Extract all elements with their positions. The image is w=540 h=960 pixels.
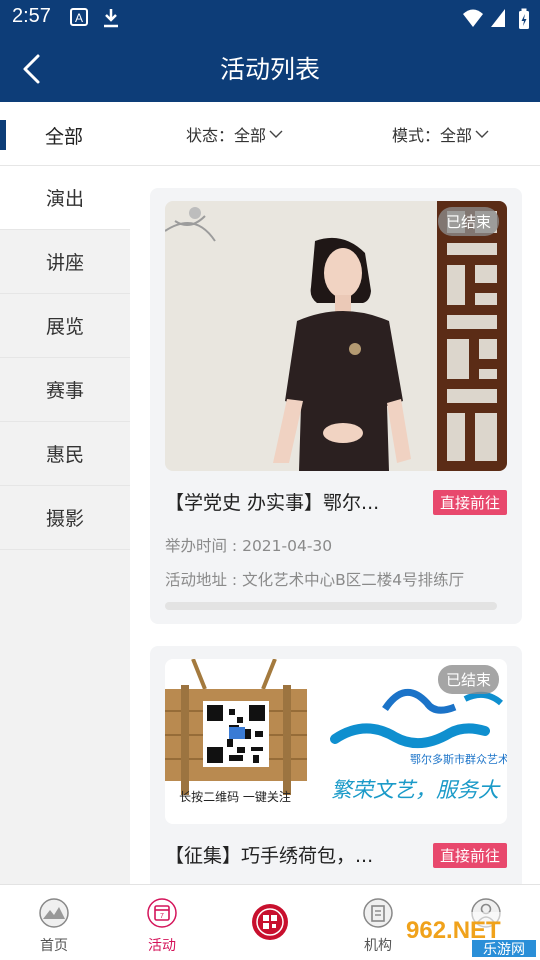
category-all-tab[interactable]: 全部: [45, 122, 83, 149]
status-badge: 已结束: [437, 207, 499, 236]
sidebar-item-exhibition[interactable]: 展览: [0, 294, 130, 358]
activity-title: 【征集】巧手绣荷包，...: [165, 845, 374, 867]
chevron-down-icon: [475, 130, 489, 138]
progress-bar: [165, 602, 497, 610]
svg-text:A: A: [75, 11, 83, 25]
watermark-sub: 乐游网: [483, 942, 525, 958]
activity-card[interactable]: 已结束 【学党史 办实事】鄂尔... 直接前往 举办时间 : 2021-04-3…: [150, 188, 522, 624]
category-sidebar: 演出 讲座 展览 赛事 惠民 摄影: [0, 166, 130, 884]
page-title: 活动列表: [219, 55, 320, 84]
sidebar-item-label: 赛事: [45, 380, 84, 402]
watermark-main: 962.NET: [406, 917, 501, 944]
home-mountain-icon: [39, 898, 69, 928]
tab-label: 活动: [148, 938, 176, 954]
sidebar-item-public-benefit[interactable]: 惠民: [0, 422, 130, 486]
qr-scan-icon: [252, 904, 288, 940]
sidebar-item-photography[interactable]: 摄影: [0, 486, 130, 550]
status-time: 2:57: [12, 5, 51, 27]
download-icon: [104, 9, 118, 28]
sidebar-item-competition[interactable]: 赛事: [0, 358, 130, 422]
poster-slogan: 繁荣文艺，服务大: [331, 778, 501, 802]
sidebar-item-label: 摄影: [45, 508, 84, 530]
poster-org-name: 鄂尔多斯市群众艺术馆: [410, 752, 507, 766]
sidebar-item-label: 讲座: [45, 252, 84, 274]
signal-icon: [491, 9, 505, 27]
qipao-lady-photo: [165, 201, 507, 471]
activity-card[interactable]: 长按二维码 一键关注 鄂尔多斯市群众艺术馆 繁荣文艺，服务大 已结束 【征集】巧…: [150, 646, 522, 884]
sidebar-item-label: 演出: [45, 188, 84, 210]
tab-activity[interactable]: 7 活动: [108, 885, 216, 960]
poster-caption: 长按二维码 一键关注: [179, 789, 291, 804]
mode-filter-dropdown[interactable]: 模式：全部: [392, 122, 489, 146]
mode-filter-label: 模式：全部: [392, 126, 473, 145]
active-indicator: [0, 120, 6, 150]
status-bar: 2:57 A: [0, 0, 540, 36]
go-directly-button[interactable]: 直接前往: [432, 490, 507, 515]
activity-address: 活动地址 : 文化艺术中心B区二楼4号排练厅: [165, 571, 465, 589]
status-filter-dropdown[interactable]: 状态：全部: [186, 122, 283, 146]
svg-text:7: 7: [160, 913, 164, 920]
sidebar-item-performance[interactable]: 演出: [0, 166, 130, 230]
sidebar-item-label: 展览: [45, 316, 84, 338]
activity-image: 已结束: [165, 201, 507, 471]
wifi-icon: [463, 9, 483, 27]
tab-home[interactable]: 首页: [0, 885, 108, 960]
site-watermark-logo: 962.NET 乐游网: [400, 912, 538, 958]
tab-label: 首页: [40, 938, 68, 954]
activity-time: 举办时间 : 2021-04-30: [165, 537, 333, 555]
tab-scan[interactable]: [216, 885, 324, 960]
status-badge: 已结束: [437, 665, 499, 694]
app-bar: 活动列表: [0, 36, 540, 102]
filter-bar: 全部 状态：全部 模式：全部: [0, 102, 540, 166]
activity-image: 长按二维码 一键关注 鄂尔多斯市群众艺术馆 繁荣文艺，服务大 已结束: [165, 659, 507, 824]
battery-icon: [519, 8, 529, 29]
status-filter-label: 状态：全部: [186, 126, 267, 145]
sidebar-item-label: 惠民: [45, 444, 84, 466]
calendar-icon: 7: [147, 898, 177, 928]
building-icon: [363, 898, 393, 928]
chevron-down-icon: [269, 130, 283, 138]
activity-title: 【学党史 办实事】鄂尔...: [165, 492, 380, 514]
go-directly-button[interactable]: 直接前往: [432, 843, 507, 868]
activity-list: 已结束 【学党史 办实事】鄂尔... 直接前往 举办时间 : 2021-04-3…: [130, 166, 540, 884]
keyboard-a-icon: A: [70, 8, 88, 26]
sidebar-item-lecture[interactable]: 讲座: [0, 230, 130, 294]
